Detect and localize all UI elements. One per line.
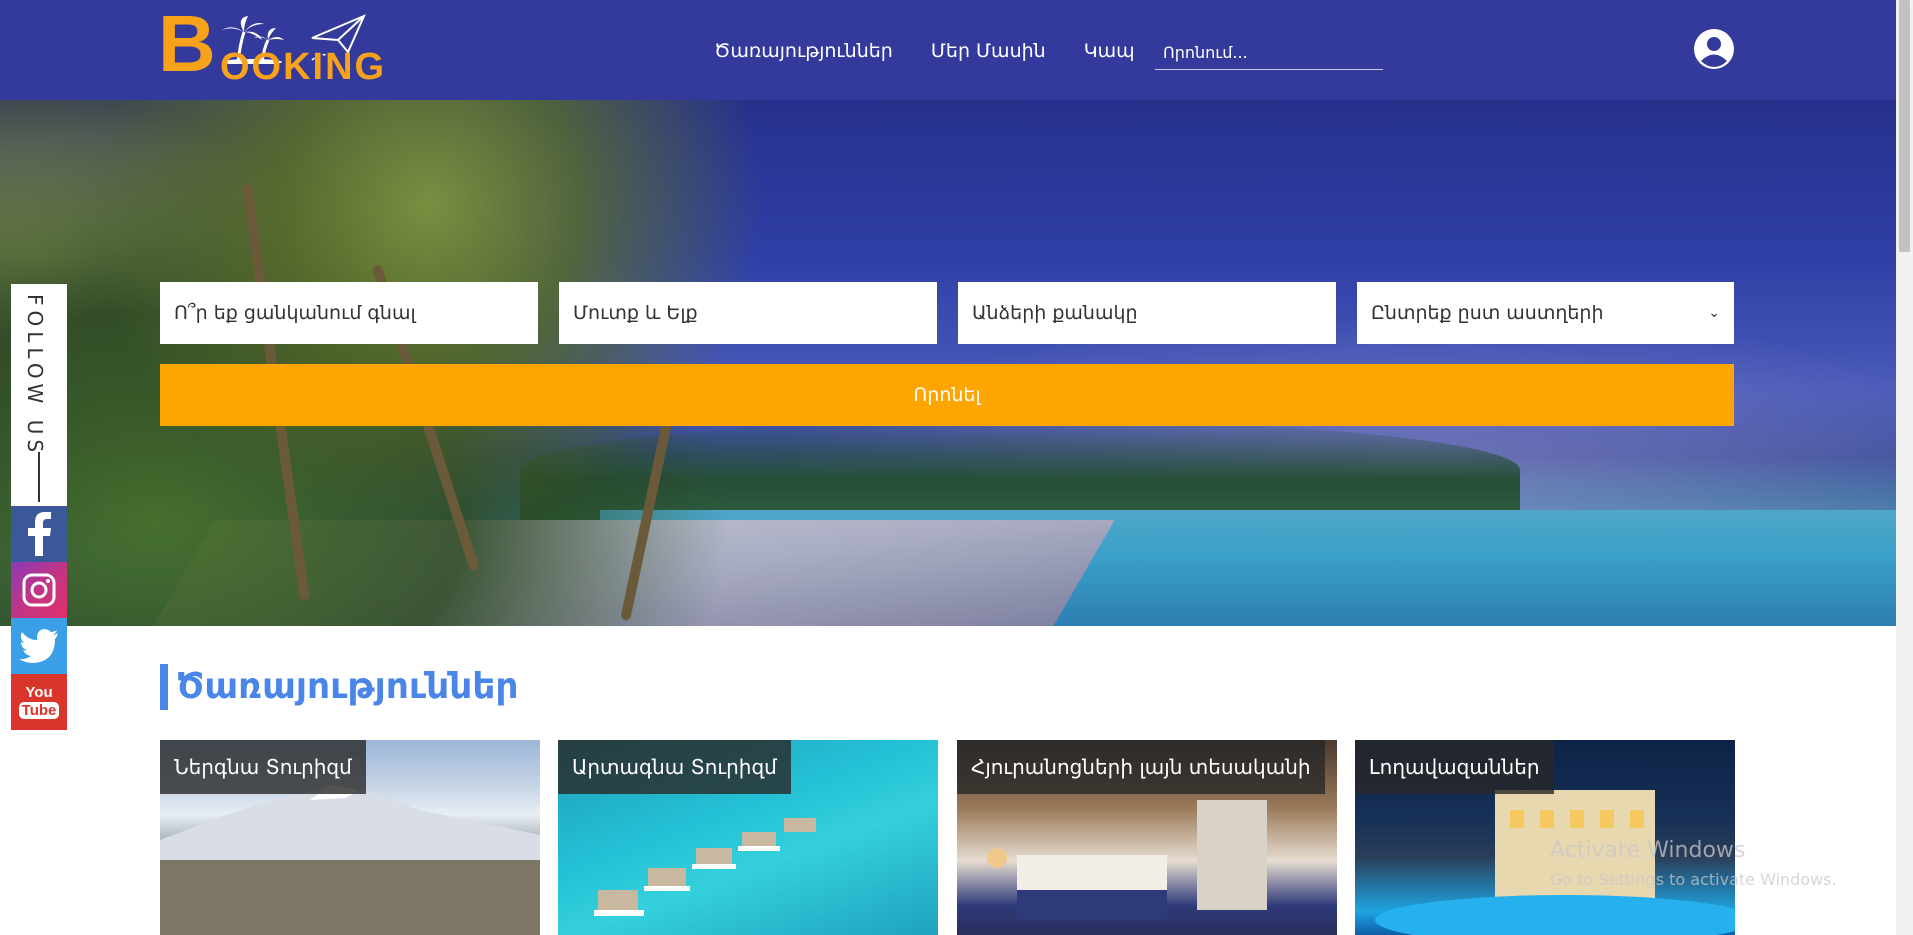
destination-input[interactable] [174,302,524,324]
guests-field[interactable] [958,282,1336,344]
activation-watermark-title: Activate Windows [1550,838,1746,863]
hero-banner [0,100,1896,626]
service-card-hotels[interactable]: Հյուրանոցների լայն տեսականի [957,740,1337,935]
guests-input[interactable] [972,302,1322,324]
activation-watermark-text: Go to Settings to activate Windows. [1550,870,1837,889]
header-search-input[interactable] [1155,36,1383,70]
facebook-icon[interactable] [11,506,67,562]
dates-input[interactable] [573,302,923,324]
booking-logo[interactable]: B OOKING [158,4,384,88]
service-card-label: Արտագնա Տուրիզմ [558,740,791,794]
nav-contact[interactable]: Կապ [1084,40,1135,62]
service-card-label: Ներգնա Տուրիզմ [160,740,366,794]
dates-field[interactable] [559,282,937,344]
top-navbar: B OOKING Ծառայություններ Մեր Մասին Կապ [0,0,1896,100]
instagram-glyph [22,573,56,607]
youtube-top-text: You [25,684,53,701]
youtube-bottom-text: Tube [18,702,60,719]
service-card-outbound[interactable]: Արտագնա Տուրիզմ [558,740,938,935]
nav-services[interactable]: Ծառայություններ [714,40,893,62]
stars-select[interactable]: Ընտրեք ըստ աստղերի ⌄ [1357,282,1734,344]
destination-field[interactable] [160,282,538,344]
instagram-icon[interactable] [11,562,67,618]
logo-wordmark: OOKING [220,46,387,88]
nav-about[interactable]: Մեր Մասին [931,40,1046,62]
youtube-glyph: You Tube [18,684,60,719]
follow-divider [38,452,40,502]
facebook-glyph [28,512,51,556]
service-card-label: Հյուրանոցների լայն տեսականի [957,740,1325,794]
follow-us-label: FOLLOW US [23,294,47,458]
stars-select-value: Ընտրեք ըստ աստղերի [1371,302,1604,324]
twitter-icon[interactable] [11,618,67,674]
service-card-label: Լողավազաններ [1355,740,1554,794]
service-card-domestic[interactable]: Ներգնա Տուրիզմ [160,740,540,935]
chevron-down-icon: ⌄ [1708,305,1720,321]
hero-palms [0,100,780,626]
services-title: Ծառայություններ [160,664,519,710]
search-button[interactable]: Որոնել [160,364,1734,426]
logo-initial: B [158,0,216,88]
follow-us-panel: FOLLOW US [11,284,67,506]
main-nav: Ծառայություններ Մեր Մասին Կապ [714,40,1173,62]
twitter-glyph [19,629,58,663]
youtube-icon[interactable]: You Tube [11,674,67,730]
scrollbar-thumb[interactable] [1899,0,1910,252]
user-circle-icon[interactable] [1693,28,1735,70]
page-scrollbar[interactable] [1896,0,1913,935]
